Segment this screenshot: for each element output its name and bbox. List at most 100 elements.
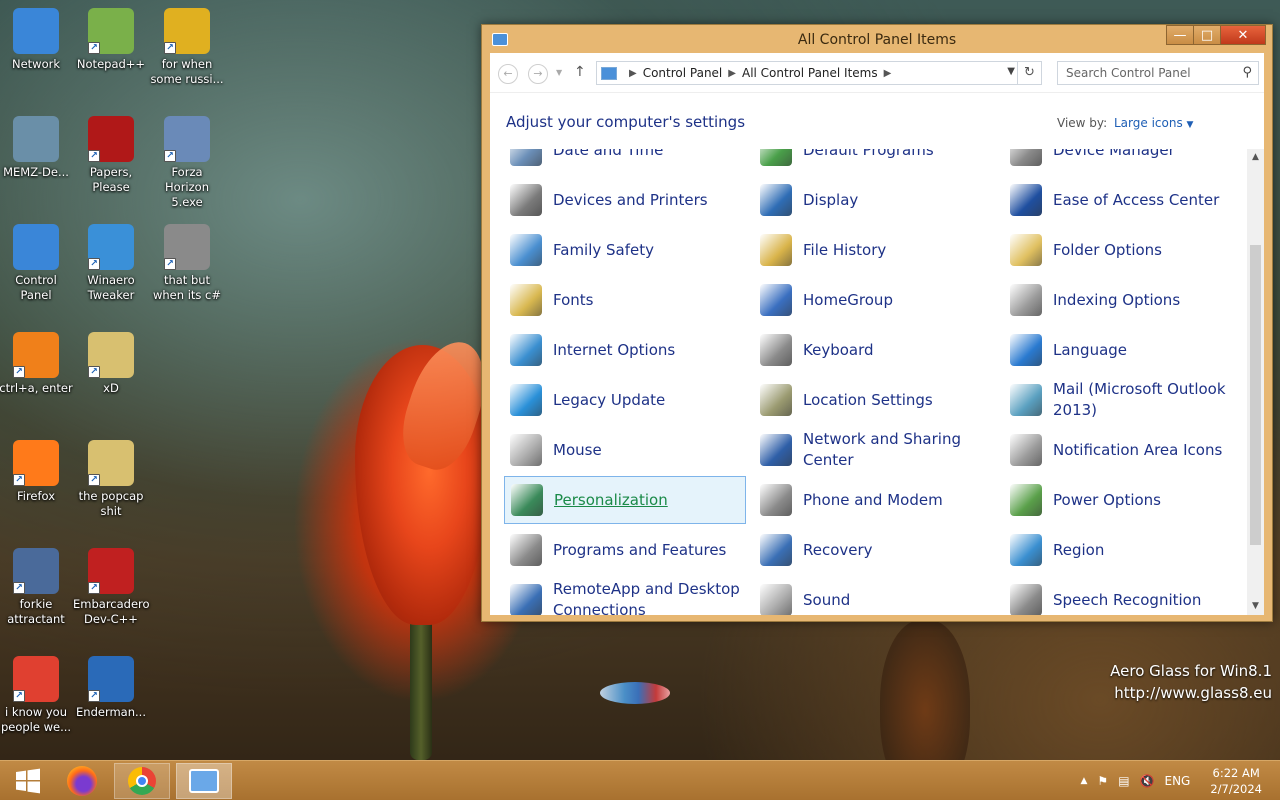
item-label: Recovery <box>803 540 873 559</box>
control-panel-item[interactable]: Programs and Features <box>504 526 746 574</box>
control-panel-item[interactable]: Location Settings <box>754 376 996 424</box>
view-by-dropdown[interactable]: Large icons ▼ <box>1114 116 1193 130</box>
firefox-icon <box>67 766 97 796</box>
control-panel-item[interactable]: Family Safety <box>504 226 746 274</box>
recent-locations-icon[interactable]: ▼ <box>556 68 562 77</box>
scroll-up-icon[interactable]: ▲ <box>1247 149 1264 166</box>
control-panel-item[interactable]: Internet Options <box>504 326 746 374</box>
search-icon[interactable]: ⚲ <box>1242 65 1252 80</box>
window-titlebar[interactable]: All Control Panel Items — □ ✕ <box>482 25 1272 53</box>
minimize-button[interactable]: — <box>1166 25 1194 45</box>
control-panel-item[interactable]: Folder Options <box>1004 226 1246 274</box>
chevron-down-icon: ▼ <box>1186 120 1194 130</box>
desktop-icon[interactable]: ↗ ctrl+a, enter <box>0 332 74 396</box>
desktop-icon[interactable]: ↗ the popcap shit <box>73 440 149 519</box>
scroll-thumb[interactable] <box>1250 245 1261 545</box>
item-icon <box>760 534 792 566</box>
search-input[interactable]: Search Control Panel ⚲ <box>1057 61 1259 85</box>
close-button[interactable]: ✕ <box>1220 25 1266 45</box>
vertical-scrollbar[interactable]: ▲ ▼ <box>1247 149 1264 615</box>
control-panel-item[interactable]: Recovery <box>754 526 996 574</box>
control-panel-item[interactable]: Ease of Access Center <box>1004 176 1246 224</box>
control-panel-item[interactable]: Language <box>1004 326 1246 374</box>
desktop-icon[interactable]: ↗ for when some russi... <box>149 8 225 87</box>
control-panel-item[interactable]: Sound <box>754 576 996 615</box>
app-icon: ↗ <box>88 332 134 378</box>
breadcrumb-all-items[interactable]: All Control Panel Items <box>742 66 878 80</box>
breadcrumb-chevron-icon[interactable]: ▶ <box>884 68 892 79</box>
refresh-button[interactable]: ↻ <box>1017 62 1041 84</box>
control-panel-item[interactable]: HomeGroup <box>754 276 996 324</box>
up-arrow-icon[interactable]: ↑ <box>574 64 586 80</box>
shortcut-arrow-icon: ↗ <box>13 474 25 486</box>
shortcut-arrow-icon: ↗ <box>88 42 100 54</box>
control-panel-item[interactable]: Device Manager <box>1004 149 1246 174</box>
address-field[interactable]: ▶ Control Panel ▶ All Control Panel Item… <box>596 61 1042 85</box>
control-panel-item[interactable]: Fonts <box>504 276 746 324</box>
desktop-icon[interactable]: MEMZ-De... <box>0 116 74 180</box>
back-button[interactable]: ← <box>498 64 518 84</box>
maximize-button[interactable]: □ <box>1193 25 1221 45</box>
item-label: Legacy Update <box>553 390 666 409</box>
item-icon <box>760 434 792 466</box>
item-label: Programs and Features <box>553 540 727 559</box>
start-button[interactable] <box>0 763 56 799</box>
desktop-icon[interactable]: ↗ Notepad++ <box>73 8 149 72</box>
desktop-icon[interactable]: ↗ Enderman... <box>73 656 149 720</box>
language-indicator[interactable]: ENG <box>1164 774 1190 788</box>
desktop-icon[interactable]: ↗ i know you people we... <box>0 656 74 735</box>
volume-muted-icon[interactable]: 🔇 <box>1140 774 1155 788</box>
address-dropdown-icon[interactable]: ▼ <box>1007 66 1015 77</box>
breadcrumb-control-panel[interactable]: Control Panel <box>643 66 723 80</box>
control-panel-item[interactable]: Region <box>1004 526 1246 574</box>
control-panel-item[interactable]: Mouse <box>504 426 746 474</box>
desktop-icon[interactable]: ↗ that but when its c# <box>149 224 225 303</box>
control-panel-item[interactable]: Notification Area Icons <box>1004 426 1246 474</box>
desktop-icon[interactable]: ↗ Firefox <box>0 440 74 504</box>
control-panel-item[interactable]: Personalization <box>504 476 746 524</box>
desktop-icon[interactable]: Network <box>0 8 74 72</box>
network-icon[interactable]: ▤ <box>1118 774 1129 788</box>
scroll-down-icon[interactable]: ▼ <box>1247 598 1264 615</box>
control-panel-item[interactable]: Indexing Options <box>1004 276 1246 324</box>
control-panel-item[interactable]: Date and Time <box>504 149 746 174</box>
control-panel-item[interactable]: File History <box>754 226 996 274</box>
desktop-icon[interactable]: ↗ Forza Horizon 5.exe <box>149 116 225 210</box>
control-panel-item[interactable]: RemoteApp and Desktop Connections <box>504 576 746 615</box>
desktop-icon[interactable]: ↗ Embarcadero Dev-C++ <box>73 548 150 627</box>
breadcrumb-chevron-icon[interactable]: ▶ <box>728 68 736 79</box>
control-panel-item[interactable]: Devices and Printers <box>504 176 746 224</box>
control-panel-item[interactable]: Network and Sharing Center <box>754 426 996 474</box>
control-panel-item[interactable]: Mail (Microsoft Outlook 2013) <box>1004 376 1246 424</box>
taskbar: ▲ ⚑ ▤ 🔇 ENG 6:22 AM 2/7/2024 <box>0 760 1280 800</box>
shortcut-arrow-icon: ↗ <box>13 582 25 594</box>
action-center-flag-icon[interactable]: ⚑ <box>1097 774 1108 788</box>
control-panel-window[interactable]: All Control Panel Items — □ ✕ ← → ▼ ↑ ▶ … <box>481 24 1273 622</box>
item-icon <box>510 149 542 166</box>
item-label: Power Options <box>1053 490 1161 509</box>
shortcut-arrow-icon: ↗ <box>88 150 100 162</box>
forward-button[interactable]: → <box>528 64 548 84</box>
clock[interactable]: 6:22 AM 2/7/2024 <box>1210 765 1262 797</box>
taskbar-firefox[interactable] <box>54 763 110 799</box>
desktop-icon[interactable]: ↗ Papers, Please <box>73 116 149 195</box>
breadcrumb-chevron-icon[interactable]: ▶ <box>629 68 637 79</box>
desktop-icon[interactable]: Control Panel <box>0 224 74 303</box>
taskbar-control-panel[interactable] <box>176 763 232 799</box>
desktop-icon[interactable]: ↗ Winaero Tweaker <box>73 224 149 303</box>
show-hidden-icons-icon[interactable]: ▲ <box>1081 776 1088 786</box>
control-panel-item[interactable]: Speech Recognition <box>1004 576 1246 615</box>
control-panel-item[interactable]: Power Options <box>1004 476 1246 524</box>
item-label: Folder Options <box>1053 240 1162 259</box>
control-panel-item[interactable]: Phone and Modem <box>754 476 996 524</box>
control-panel-item[interactable]: Display <box>754 176 996 224</box>
item-label: Location Settings <box>803 390 933 409</box>
item-icon <box>510 584 542 615</box>
control-panel-item[interactable]: Keyboard <box>754 326 996 374</box>
taskbar-chrome[interactable] <box>114 763 170 799</box>
item-label: Speech Recognition <box>1053 590 1202 609</box>
control-panel-item[interactable]: Legacy Update <box>504 376 746 424</box>
desktop-icon[interactable]: ↗ xD <box>73 332 149 396</box>
desktop-icon[interactable]: ↗ forkie attractant <box>0 548 74 627</box>
control-panel-item[interactable]: Default Programs <box>754 149 996 174</box>
